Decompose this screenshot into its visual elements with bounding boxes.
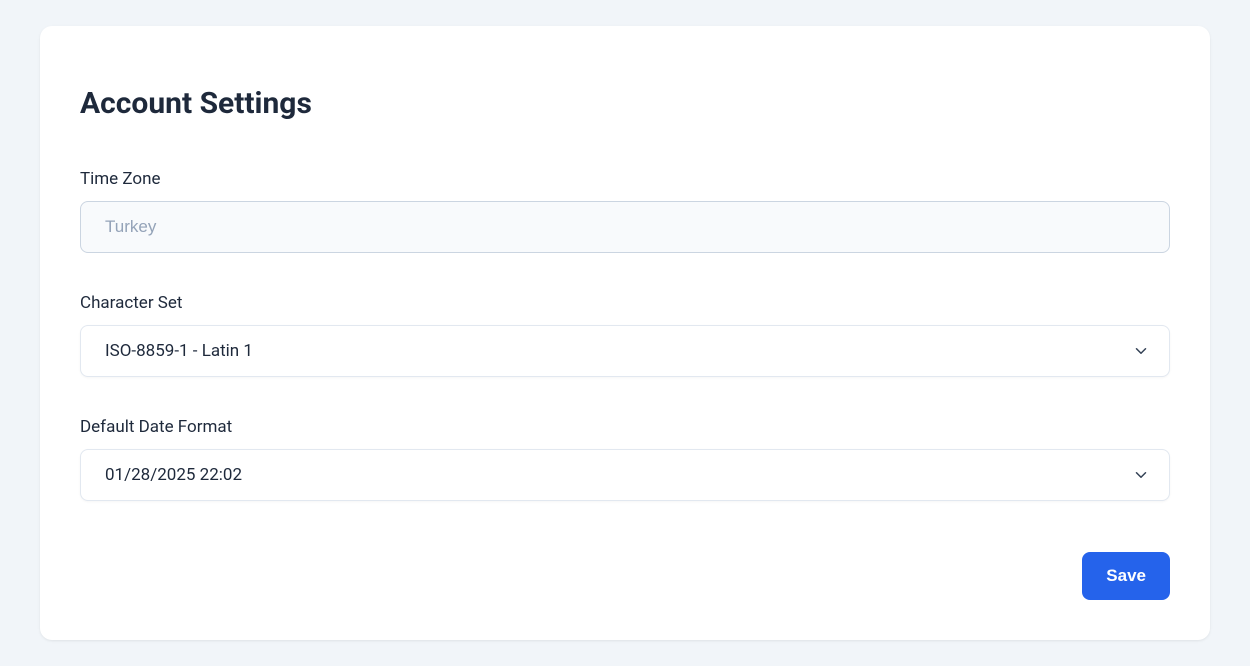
dateformat-select-wrapper: 01/28/2025 22:02	[80, 449, 1170, 501]
dateformat-select[interactable]: 01/28/2025 22:02	[80, 449, 1170, 501]
timezone-input[interactable]	[80, 201, 1170, 253]
dateformat-label: Default Date Format	[80, 417, 1170, 437]
save-button[interactable]: Save	[1082, 552, 1170, 600]
charset-select-wrapper: ISO-8859-1 - Latin 1	[80, 325, 1170, 377]
settings-card: Account Settings Time Zone Character Set…	[40, 26, 1210, 640]
dateformat-value: 01/28/2025 22:02	[105, 465, 242, 485]
dateformat-group: Default Date Format 01/28/2025 22:02	[80, 417, 1170, 501]
charset-value: ISO-8859-1 - Latin 1	[105, 341, 253, 361]
timezone-label: Time Zone	[80, 169, 1170, 189]
charset-group: Character Set ISO-8859-1 - Latin 1	[80, 293, 1170, 377]
charset-select[interactable]: ISO-8859-1 - Latin 1	[80, 325, 1170, 377]
charset-label: Character Set	[80, 293, 1170, 313]
timezone-group: Time Zone	[80, 169, 1170, 253]
page-title: Account Settings	[80, 86, 1170, 121]
button-row: Save	[80, 552, 1170, 600]
